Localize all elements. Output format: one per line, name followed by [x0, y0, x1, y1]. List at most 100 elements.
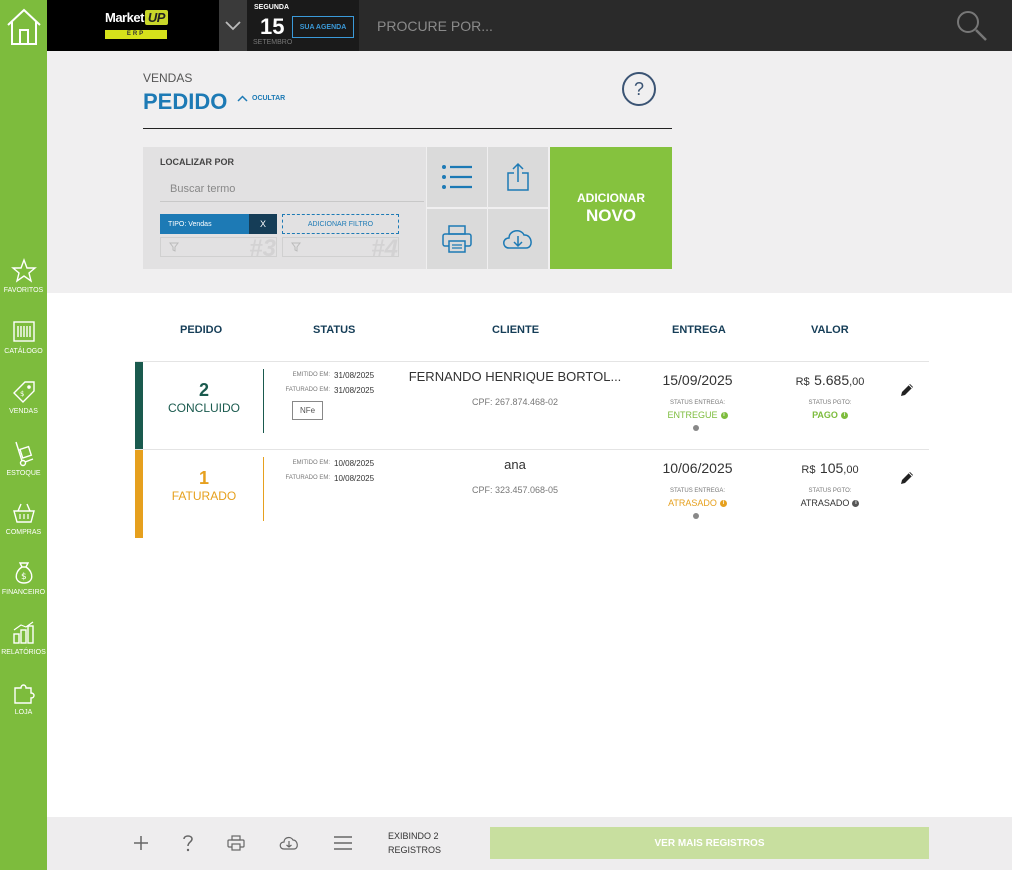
svg-text:$: $: [20, 390, 24, 398]
info-icon[interactable]: i: [840, 411, 848, 419]
pay-status: PAGO: [812, 410, 838, 420]
value-currency: R$: [795, 376, 810, 388]
info-icon[interactable]: i: [719, 499, 727, 507]
add-button[interactable]: [128, 830, 154, 856]
row-status-line: [263, 369, 264, 433]
row-divider: [135, 449, 929, 450]
order-number: 1: [198, 468, 209, 488]
sidebar-item-compras[interactable]: COMPRAS: [0, 500, 47, 556]
sidebar-item-label: LOJA: [14, 709, 33, 716]
delivery-status-label: STATUS ENTREGA:: [669, 400, 726, 406]
records-count-line1: EXIBINDO 2: [388, 831, 439, 841]
hide-toggle[interactable]: OCULTAR: [237, 95, 285, 102]
emitted-label: EMITIDO EM:: [292, 372, 330, 378]
sidebar-item-catalogo[interactable]: CATÁLOGO: [0, 319, 47, 375]
term-search-input[interactable]: [160, 176, 424, 202]
edit-button[interactable]: [897, 380, 917, 400]
filter-chip-close-button[interactable]: X: [249, 214, 277, 234]
order-status: CONCLUIDO: [167, 401, 240, 415]
filter-slot-4[interactable]: #4: [282, 235, 399, 262]
add-new-label-1: ADICIONAR: [577, 190, 645, 205]
logo-name: Market: [105, 10, 144, 25]
billed-date: 10/08/2025: [334, 474, 375, 483]
load-more-button[interactable]: VER MAIS REGISTROS: [490, 827, 929, 859]
download-footer-button[interactable]: [276, 830, 302, 856]
download-button[interactable]: [488, 209, 548, 269]
edit-button[interactable]: [897, 468, 917, 488]
funnel-icon: [169, 242, 179, 252]
breadcrumb[interactable]: VENDAS: [143, 71, 192, 85]
search-input[interactable]: [377, 13, 927, 39]
sidebar-item-estoque[interactable]: ESTOQUE: [0, 439, 47, 495]
sidebar-item-vendas[interactable]: $ VENDAS: [0, 379, 47, 435]
print-footer-button[interactable]: [223, 830, 249, 856]
plus-icon: [134, 836, 148, 850]
row-status-line: [263, 457, 264, 521]
column-header-cliente[interactable]: CLIENTE: [492, 324, 539, 336]
printer-icon: [442, 225, 472, 253]
sidebar-item-loja[interactable]: LOJA: [0, 680, 47, 736]
pay-status-label: STATUS PGTO:: [808, 488, 852, 494]
add-new-label-2: NOVO: [585, 205, 637, 225]
home-icon: [6, 8, 41, 45]
info-icon[interactable]: i: [720, 411, 728, 419]
add-filter-button[interactable]: ADICIONAR FILTRO: [282, 214, 399, 234]
sidebar-item-financeiro[interactable]: $ FINANCEIRO: [0, 560, 47, 616]
basket-icon: [12, 503, 35, 523]
column-header-status[interactable]: STATUS: [313, 324, 355, 336]
pay-status: ATRASADO: [800, 498, 850, 508]
logo-tag: ERP: [105, 30, 167, 39]
export-button[interactable]: [488, 147, 548, 207]
filter-slot-3[interactable]: #3: [160, 235, 277, 262]
row-accent-bar: [135, 450, 143, 538]
print-button[interactable]: [427, 209, 487, 269]
list-icon: [442, 165, 472, 189]
topbar: Market UP ERP SEGUNDA 15 SETEMBRO SUA AGE…: [47, 0, 1012, 51]
records-count-line2: REGISTROS: [388, 845, 442, 855]
home-button[interactable]: [0, 0, 47, 51]
value-amount: 105: [819, 460, 844, 476]
info-dot-icon[interactable]: [693, 513, 699, 519]
day-number: 15: [260, 14, 285, 39]
sidebar-item-label: RELATÓRIOS: [1, 649, 46, 656]
add-new-button[interactable]: ADICIONAR NOVO: [550, 147, 672, 269]
hamburger-icon: [334, 836, 352, 850]
column-header-valor[interactable]: VALOR: [811, 324, 849, 336]
search-button[interactable]: [952, 7, 992, 45]
hand-truck-icon: [14, 441, 33, 467]
billed-label: FATURADO EM:: [285, 387, 330, 393]
logo[interactable]: Market UP ERP: [47, 0, 219, 51]
delivery-status-label: STATUS ENTREGA:: [669, 488, 726, 494]
row-divider: [135, 361, 929, 362]
menu-button[interactable]: [330, 830, 356, 856]
find-label: LOCALIZAR POR: [160, 157, 234, 167]
emitted-date: 31/08/2025: [334, 371, 375, 380]
page-header: VENDAS PEDIDO OCULTAR ? LOCALIZAR POR TI…: [47, 51, 1012, 293]
client-name: FERNANDO HENRIQUE BORTOL...: [408, 369, 622, 384]
value-amount: 5.685: [814, 372, 850, 388]
help-button[interactable]: ?: [622, 72, 656, 106]
delivery-status: ATRASADO: [668, 498, 717, 508]
emitted-label: EMITIDO EM:: [292, 460, 330, 466]
star-icon: [10, 258, 37, 283]
list-view-button[interactable]: [427, 147, 487, 207]
sidebar-item-label: ESTOQUE: [6, 470, 41, 477]
svg-text:$: $: [21, 572, 27, 582]
client-cpf: CPF: 267.874.468-02: [471, 397, 559, 407]
sidebar-item-favoritos[interactable]: FAVORITOS: [0, 258, 47, 314]
sidebar-item-relatorios[interactable]: RELATÓRIOS: [0, 620, 47, 676]
agenda-button[interactable]: SUA AGENDA: [292, 16, 354, 38]
pay-status-label: STATUS PGTO:: [808, 400, 852, 406]
column-header-entrega[interactable]: ENTREGA: [672, 324, 726, 336]
chevron-up-icon: [237, 95, 248, 102]
info-icon[interactable]: i: [852, 499, 860, 507]
info-dot-icon[interactable]: [693, 425, 699, 431]
filter-chip-tipo[interactable]: TIPO: Vendas X: [160, 214, 277, 234]
sidebar-item-label: VENDAS: [9, 408, 38, 415]
search-icon: [957, 11, 987, 41]
column-header-pedido[interactable]: PEDIDO: [180, 324, 222, 336]
share-icon: [507, 162, 529, 191]
nfe-button[interactable]: NFe: [292, 401, 323, 420]
menu-toggle-button[interactable]: [219, 0, 247, 51]
help-footer-button[interactable]: [175, 830, 201, 856]
